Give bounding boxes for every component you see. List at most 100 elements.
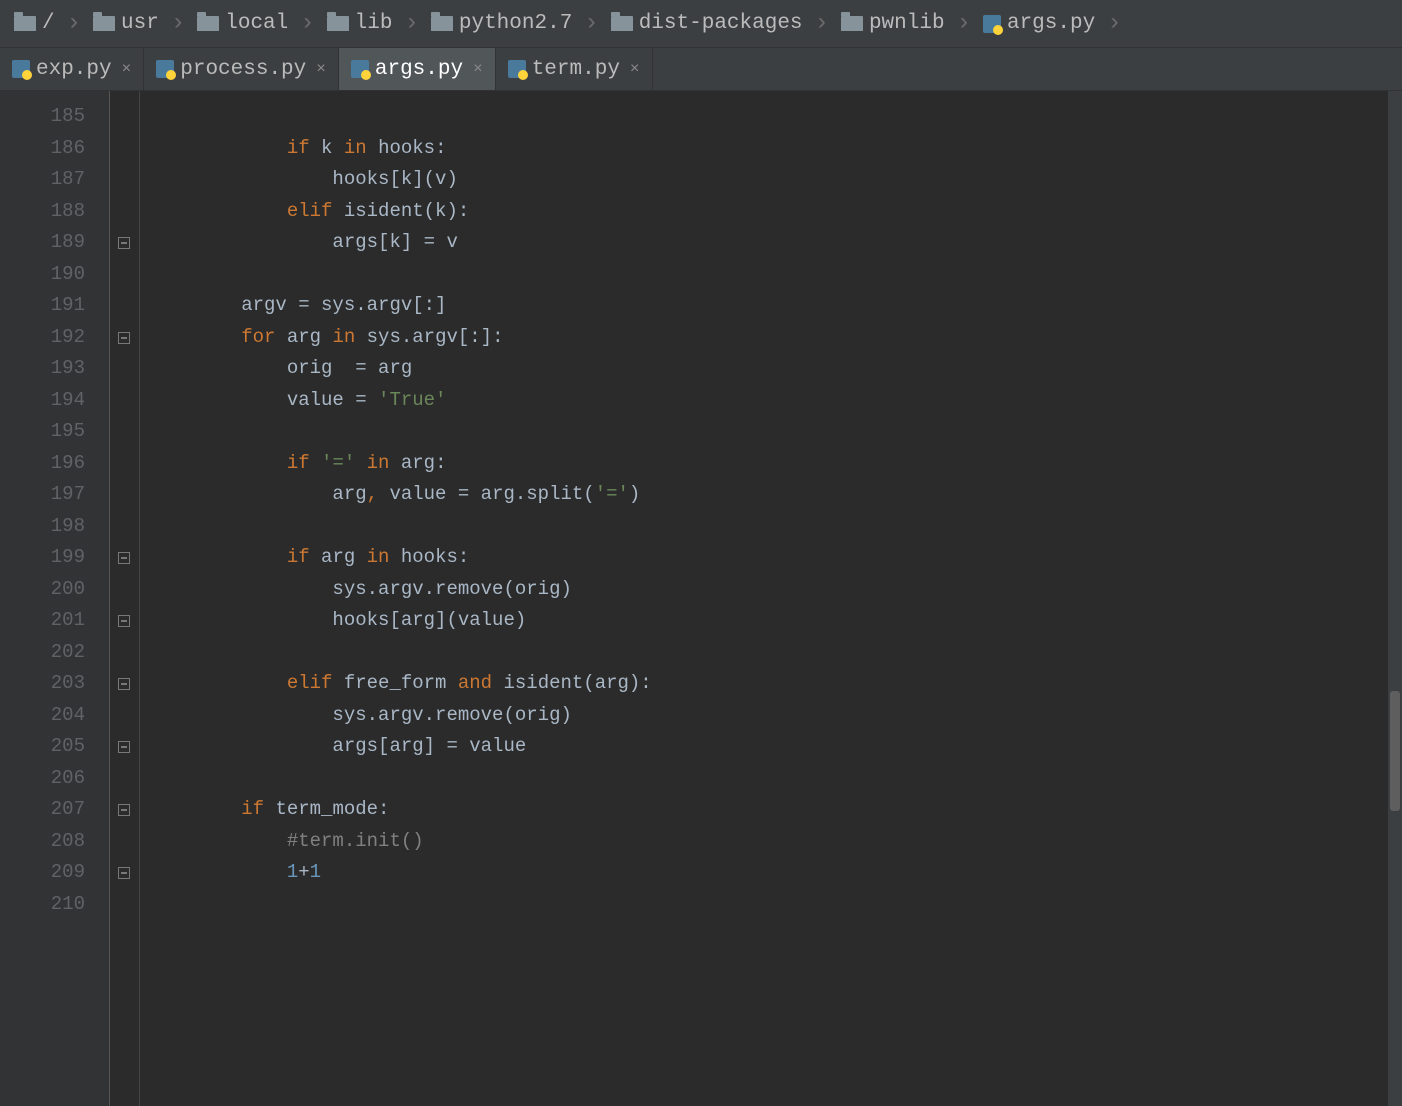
tab-term[interactable]: term.py × [496, 48, 653, 90]
code-line[interactable]: elif isident(k): [150, 196, 652, 228]
breadcrumb: / › usr › local › lib › python2.7 › dist… [0, 0, 1402, 48]
code-line[interactable]: argv = sys.argv[:] [150, 290, 652, 322]
code-line[interactable]: args[k] = v [150, 227, 652, 259]
fold-close-icon[interactable] [118, 741, 130, 753]
fold-close-icon[interactable] [118, 237, 130, 249]
close-icon[interactable]: × [122, 60, 132, 78]
code-line[interactable]: arg, value = arg.split('=') [150, 479, 652, 511]
line-number: 210 [0, 889, 85, 921]
line-number: 194 [0, 385, 85, 417]
code-editor: 1851861871881891901911921931941951961971… [0, 91, 1402, 1106]
fold-open-icon[interactable] [118, 552, 130, 564]
code-area[interactable]: if k in hooks: hooks[k](v) elif isident(… [140, 91, 652, 1106]
tab-label: term.py [532, 58, 620, 81]
breadcrumb-item-dist-packages[interactable]: dist-packages [607, 12, 807, 35]
code-line[interactable]: if '=' in arg: [150, 448, 652, 480]
tab-label: exp.py [36, 58, 112, 81]
breadcrumb-label: args.py [1007, 12, 1095, 35]
python-file-icon [156, 60, 174, 78]
line-number: 204 [0, 700, 85, 732]
code-line[interactable]: 1+1 [150, 857, 652, 889]
code-line[interactable]: value = 'True' [150, 385, 652, 417]
python-file-icon [12, 60, 30, 78]
breadcrumb-label: dist-packages [639, 12, 803, 35]
breadcrumb-item-local[interactable]: local [193, 12, 292, 35]
fold-close-icon[interactable] [118, 615, 130, 627]
line-number: 203 [0, 668, 85, 700]
line-number: 190 [0, 259, 85, 291]
code-line[interactable]: if term_mode: [150, 794, 652, 826]
breadcrumb-item-lib[interactable]: lib [323, 12, 397, 35]
code-line[interactable]: if k in hooks: [150, 133, 652, 165]
chevron-right-icon: › [949, 10, 979, 37]
code-line[interactable]: if arg in hooks: [150, 542, 652, 574]
chevron-right-icon: › [1099, 10, 1129, 37]
code-line[interactable] [150, 889, 652, 921]
scrollbar-thumb[interactable] [1390, 691, 1400, 811]
line-number: 201 [0, 605, 85, 637]
folder-icon [841, 16, 863, 31]
line-number: 209 [0, 857, 85, 889]
code-line[interactable] [150, 259, 652, 291]
line-number: 186 [0, 133, 85, 165]
code-line[interactable]: elif free_form and isident(arg): [150, 668, 652, 700]
breadcrumb-label: local [225, 12, 288, 35]
line-number: 192 [0, 322, 85, 354]
code-line[interactable] [150, 101, 652, 133]
editor-tabs: exp.py × process.py × args.py × term.py … [0, 48, 1402, 91]
tab-exp[interactable]: exp.py × [0, 48, 144, 90]
code-line[interactable]: sys.argv.remove(orig) [150, 574, 652, 606]
close-icon[interactable]: × [630, 60, 640, 78]
folder-icon [14, 16, 36, 31]
code-line[interactable]: orig = arg [150, 353, 652, 385]
line-number-gutter: 1851861871881891901911921931941951961971… [0, 91, 110, 1106]
chevron-right-icon: › [576, 10, 606, 37]
folder-icon [93, 16, 115, 31]
line-number: 188 [0, 196, 85, 228]
code-line[interactable] [150, 763, 652, 795]
line-number: 198 [0, 511, 85, 543]
breadcrumb-item-root[interactable]: / [10, 12, 59, 35]
code-line[interactable] [150, 416, 652, 448]
code-line[interactable] [150, 511, 652, 543]
line-number: 199 [0, 542, 85, 574]
folder-icon [327, 16, 349, 31]
python-file-icon [351, 60, 369, 78]
python-file-icon [983, 15, 1001, 33]
breadcrumb-label: usr [121, 12, 159, 35]
fold-open-icon[interactable] [118, 804, 130, 816]
code-line[interactable] [150, 637, 652, 669]
tab-args[interactable]: args.py × [339, 48, 496, 90]
close-icon[interactable]: × [316, 60, 326, 78]
line-number: 205 [0, 731, 85, 763]
line-number: 196 [0, 448, 85, 480]
breadcrumb-item-usr[interactable]: usr [89, 12, 163, 35]
tab-process[interactable]: process.py × [144, 48, 339, 90]
fold-open-icon[interactable] [118, 332, 130, 344]
breadcrumb-label: lib [355, 12, 393, 35]
code-line[interactable]: hooks[arg](value) [150, 605, 652, 637]
line-number: 208 [0, 826, 85, 858]
breadcrumb-item-pwnlib[interactable]: pwnlib [837, 12, 949, 35]
code-line[interactable]: args[arg] = value [150, 731, 652, 763]
fold-open-icon[interactable] [118, 678, 130, 690]
line-number: 193 [0, 353, 85, 385]
vertical-scrollbar[interactable] [1388, 91, 1402, 1106]
fold-strip [110, 91, 140, 1106]
close-icon[interactable]: × [473, 60, 483, 78]
breadcrumb-label: pwnlib [869, 12, 945, 35]
chevron-right-icon: › [59, 10, 89, 37]
tab-label: process.py [180, 58, 306, 81]
breadcrumb-item-python27[interactable]: python2.7 [427, 12, 576, 35]
code-line[interactable]: hooks[k](v) [150, 164, 652, 196]
code-line[interactable]: sys.argv.remove(orig) [150, 700, 652, 732]
tab-label: args.py [375, 58, 463, 81]
line-number: 185 [0, 101, 85, 133]
breadcrumb-item-file[interactable]: args.py [979, 12, 1099, 35]
breadcrumb-label: / [42, 12, 55, 35]
folder-icon [611, 16, 633, 31]
line-number: 202 [0, 637, 85, 669]
code-line[interactable]: for arg in sys.argv[:]: [150, 322, 652, 354]
code-line[interactable]: #term.init() [150, 826, 652, 858]
fold-close-icon[interactable] [118, 867, 130, 879]
